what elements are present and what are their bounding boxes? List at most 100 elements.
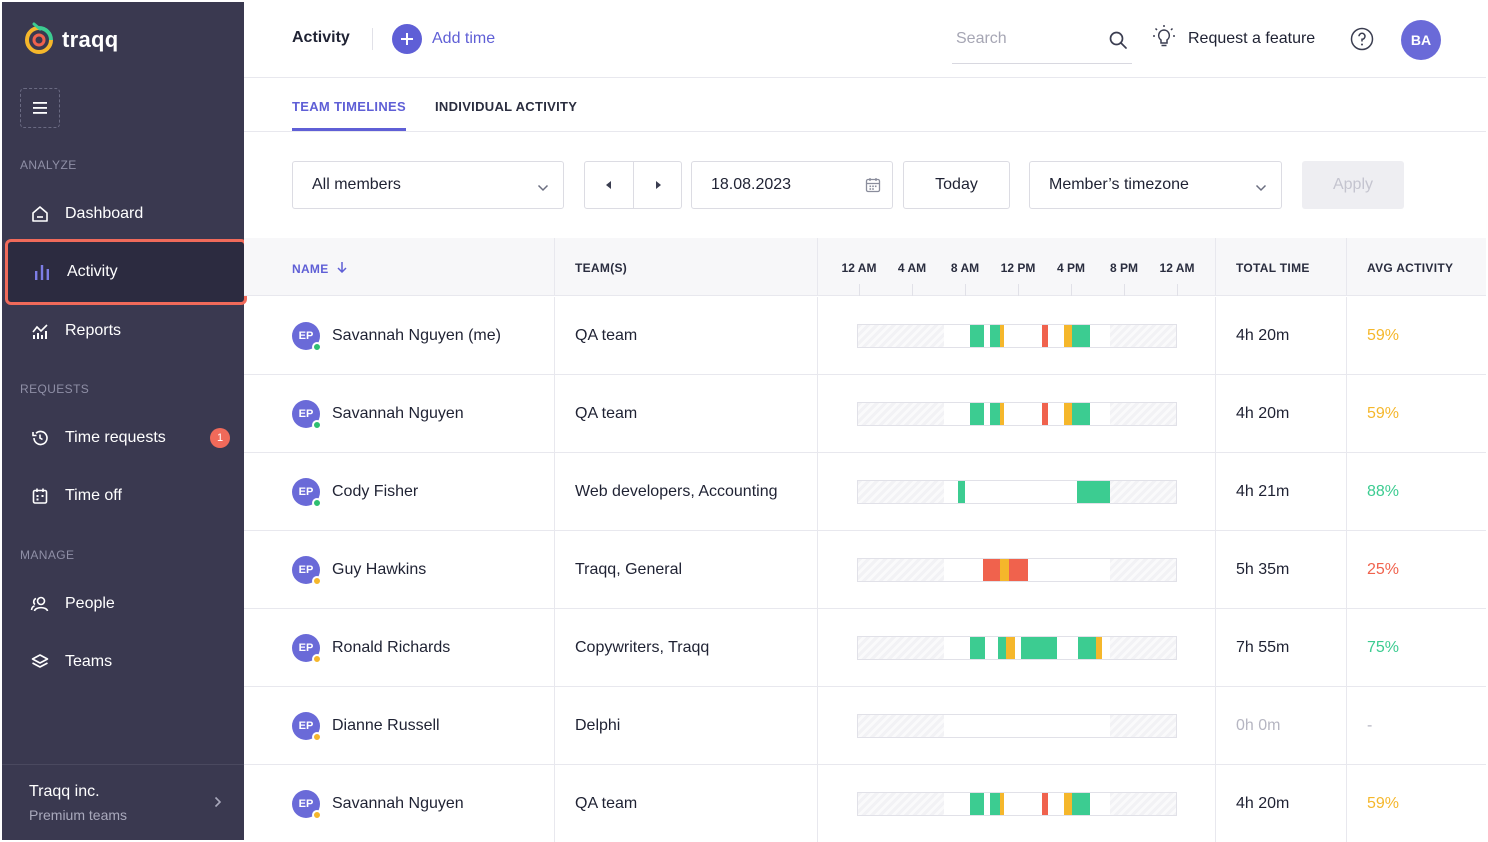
timeline-segment[interactable]: [990, 325, 1000, 347]
timeline-segment[interactable]: [1006, 637, 1015, 659]
column-divider: [1346, 297, 1347, 375]
activity-timeline[interactable]: [857, 792, 1177, 816]
activity-timeline[interactable]: [857, 324, 1177, 348]
column-divider: [817, 765, 818, 842]
member-name[interactable]: Guy Hawkins: [332, 561, 426, 579]
sidebar-item-dashboard[interactable]: Dashboard: [4, 186, 244, 242]
column-divider: [1215, 531, 1216, 609]
table-row[interactable]: EP Savannah Nguyen QA team 4h 20m 59%: [244, 765, 1486, 842]
next-day-button[interactable]: [633, 161, 682, 209]
tab-team-timelines[interactable]: TEAM TIMELINES: [292, 99, 406, 114]
timeline-segment[interactable]: [958, 481, 965, 503]
timeline-segment[interactable]: [1042, 325, 1048, 347]
hamburger-icon: [33, 102, 47, 114]
timeline-segment[interactable]: [1096, 637, 1102, 659]
tab-individual-activity[interactable]: INDIVIDUAL ACTIVITY: [435, 99, 577, 114]
table-row[interactable]: EP Savannah Nguyen QA team 4h 20m 59%: [244, 375, 1486, 453]
table-row[interactable]: EP Dianne Russell Delphi 0h 0m -: [244, 687, 1486, 765]
sidebar-item-activity[interactable]: Activity: [5, 239, 247, 305]
today-button[interactable]: Today: [903, 161, 1010, 209]
timeline-segment[interactable]: [1064, 325, 1072, 347]
table-row[interactable]: EP Savannah Nguyen (me) QA team 4h 20m 59%: [244, 297, 1486, 375]
sidebar-item-label: Teams: [65, 653, 113, 670]
layers-icon: [30, 652, 50, 672]
organization-switcher[interactable]: Traqq inc. Premium teams: [2, 764, 244, 840]
logo[interactable]: traqq: [24, 20, 119, 60]
user-avatar[interactable]: BA: [1401, 20, 1441, 60]
member-name[interactable]: Dianne Russell: [332, 717, 440, 735]
table-row[interactable]: EP Ronald Richards Copywriters, Traqq 7h 55…: [244, 609, 1486, 687]
sidebar-item-time-requests[interactable]: Time requests 1: [4, 410, 244, 466]
sidebar-item-reports[interactable]: Reports: [4, 303, 244, 359]
timeline-segment[interactable]: [1072, 403, 1090, 425]
timeline-segment[interactable]: [1042, 403, 1048, 425]
search-input[interactable]: [952, 22, 1092, 56]
timeline-segment[interactable]: [990, 793, 1000, 815]
timeline-segment[interactable]: [1009, 559, 1028, 581]
add-time-button[interactable]: Add time: [392, 24, 495, 54]
calendar-icon: [30, 486, 50, 506]
hour-tick: [1071, 284, 1072, 296]
home-icon: [30, 204, 50, 224]
timeline-segment[interactable]: [1000, 325, 1004, 347]
timeline-segment[interactable]: [1072, 325, 1090, 347]
timeline-segment[interactable]: [1021, 637, 1057, 659]
timeline-segment[interactable]: [1072, 793, 1090, 815]
activity-timeline[interactable]: [857, 402, 1177, 426]
timeline-segment[interactable]: [1000, 559, 1009, 581]
timeline-segment[interactable]: [998, 637, 1006, 659]
member-name[interactable]: Savannah Nguyen: [332, 795, 464, 813]
request-feature-button[interactable]: Request a feature: [1152, 24, 1315, 53]
member-name[interactable]: Savannah Nguyen (me): [332, 327, 501, 345]
search-icon[interactable]: [1108, 30, 1128, 55]
status-online-dot: [312, 420, 322, 430]
timeline-segment[interactable]: [990, 403, 1000, 425]
date-picker-field[interactable]: 18.08.2023: [691, 161, 893, 209]
timeline-segment[interactable]: [1000, 403, 1004, 425]
member-name[interactable]: Cody Fisher: [332, 483, 418, 501]
timeline-off-hours: [858, 325, 944, 347]
member-name[interactable]: Ronald Richards: [332, 639, 450, 657]
table-row[interactable]: EP Cody Fisher Web developers, Accounting 4…: [244, 453, 1486, 531]
status-online-dot: [312, 342, 322, 352]
total-time: 4h 20m: [1236, 327, 1290, 344]
page-title: Activity: [292, 29, 350, 46]
status-away-dot: [312, 654, 322, 664]
timezone-select[interactable]: Member’s timezone: [1029, 161, 1282, 209]
timeline-segment[interactable]: [1078, 637, 1096, 659]
previous-day-button[interactable]: [584, 161, 634, 209]
timeline-segment[interactable]: [1064, 793, 1072, 815]
hour-label: 4 AM: [897, 261, 927, 275]
timeline-segment[interactable]: [970, 403, 984, 425]
table-row[interactable]: EP Guy Hawkins Traqq, General 5h 35m 25%: [244, 531, 1486, 609]
today-label: Today: [935, 176, 978, 193]
timeline-segment[interactable]: [970, 637, 985, 659]
activity-timeline[interactable]: [857, 636, 1177, 660]
members-select[interactable]: All members: [292, 161, 564, 209]
timeline-segment[interactable]: [1064, 403, 1072, 425]
timeline-segment[interactable]: [970, 325, 984, 347]
tab-bar: TEAM TIMELINES INDIVIDUAL ACTIVITY: [244, 78, 1486, 132]
activity-timeline[interactable]: [857, 714, 1177, 738]
apply-button[interactable]: Apply: [1302, 161, 1404, 209]
help-icon[interactable]: [1350, 27, 1374, 56]
sidebar-item-people[interactable]: People: [4, 576, 244, 632]
status-away-dot: [312, 810, 322, 820]
activity-timeline[interactable]: [857, 480, 1177, 504]
timeline-segment[interactable]: [970, 793, 984, 815]
hamburger-menu-button[interactable]: [20, 88, 60, 128]
name-column-header[interactable]: NAME: [292, 261, 347, 276]
avg-activity: 59%: [1367, 327, 1400, 344]
member-name[interactable]: Savannah Nguyen: [332, 405, 464, 423]
sidebar-item-label: Dashboard: [65, 205, 144, 222]
member-teams: QA team: [575, 327, 638, 344]
timeline-segment[interactable]: [1000, 793, 1004, 815]
sidebar-item-teams[interactable]: Teams: [4, 634, 244, 690]
timeline-segment[interactable]: [983, 559, 1000, 581]
sidebar-item-time-off[interactable]: Time off: [4, 468, 244, 524]
timeline-segment[interactable]: [1042, 793, 1048, 815]
activity-timeline[interactable]: [857, 558, 1177, 582]
timeline-segment[interactable]: [1077, 481, 1110, 503]
hour-label: 12 PM: [1000, 261, 1036, 275]
calendar-icon[interactable]: [864, 176, 882, 199]
